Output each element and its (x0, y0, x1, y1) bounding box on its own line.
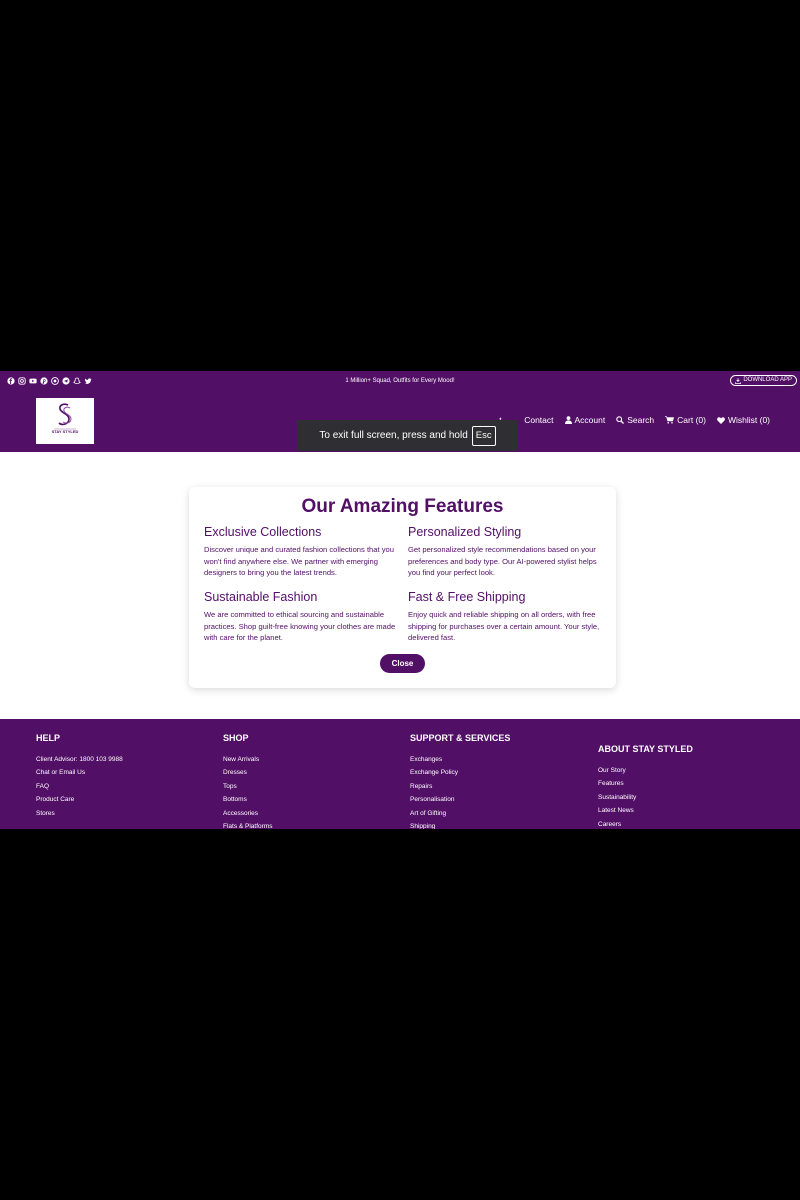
nav-cart[interactable]: Cart (0) (665, 415, 706, 425)
feature-description: Enjoy quick and reliable shipping on all… (408, 610, 600, 642)
main-nav: t Contact Account Search Cart (0) Wishli… (499, 415, 770, 425)
feature-title: Sustainable Fashion (204, 590, 318, 604)
footer-link[interactable]: Art of Gifting (410, 807, 510, 820)
feature-personalized-styling: Personalized Styling Get personalized st… (408, 524, 600, 579)
footer-link[interactable]: Tops (223, 780, 272, 793)
footer-link[interactable]: Chat or Email Us (36, 766, 123, 779)
footer-link[interactable]: Exchanges (410, 753, 510, 766)
footer-link[interactable]: New Arrivals (223, 753, 272, 766)
brand-logo-text: STAY STYLED (51, 429, 79, 434)
footer-heading: ABOUT STAY STYLED (598, 744, 693, 754)
feature-sustainable-fashion: Sustainable Fashion We are committed to … (204, 589, 396, 644)
footer-column-shop: SHOP New Arrivals Dresses Tops Bottoms A… (223, 732, 272, 829)
feature-title: Personalized Styling (408, 525, 522, 539)
footer-column-help: HELP Client Advisor: 1800 103 9988 Chat … (36, 732, 123, 820)
nav-cart-label: Cart (0) (677, 415, 706, 425)
fullscreen-notice-text: To exit full screen, press and hold (319, 430, 468, 441)
footer-heading: SHOP (223, 733, 249, 743)
feature-fast-free-shipping: Fast & Free Shipping Enjoy quick and rel… (408, 589, 600, 644)
search-icon (616, 416, 625, 424)
announcement-text: 1 Million+ Squad, Outfits for Every Mood… (345, 378, 455, 384)
feature-description: We are committed to ethical sourcing and… (204, 610, 396, 642)
footer-link[interactable]: Sustainability (598, 791, 693, 804)
footer-column-support: SUPPORT & SERVICES Exchanges Exchange Po… (410, 732, 510, 829)
feature-title: Fast & Free Shipping (408, 590, 526, 604)
footer-link[interactable]: Repairs (410, 780, 510, 793)
site-header: STAY STYLED t Contact Account Search Car… (0, 391, 800, 452)
browser-viewport: 1 Million+ Squad, Outfits for Every Mood… (0, 371, 800, 829)
nav-contact-label: Contact (524, 415, 554, 425)
footer-link[interactable]: Our Story (598, 764, 693, 777)
footer-link[interactable]: Personalisation (410, 793, 510, 806)
brand-logo[interactable]: STAY STYLED (36, 398, 94, 444)
footer-link[interactable]: Bottoms (223, 793, 272, 806)
footer-link[interactable]: Features (598, 777, 693, 790)
heart-icon (717, 416, 725, 424)
feature-exclusive-collections: Exclusive Collections Discover unique an… (204, 524, 396, 579)
footer-link[interactable]: Shipping (410, 820, 510, 829)
top-announcement-bar: 1 Million+ Squad, Outfits for Every Mood… (0, 371, 800, 391)
nav-account[interactable]: Account (564, 415, 606, 425)
esc-key-hint: Esc (471, 425, 496, 446)
fullscreen-exit-notice: To exit full screen, press and hold Esc (297, 420, 518, 451)
features-title: Our Amazing Features (301, 496, 504, 517)
footer-link[interactable]: Dresses (223, 766, 272, 779)
download-icon (735, 377, 742, 384)
footer-heading: SUPPORT & SERVICES (410, 733, 511, 743)
footer-link[interactable]: FAQ (36, 780, 123, 793)
nav-wishlist-label: Wishlist (0) (727, 415, 770, 425)
footer-heading: HELP (36, 733, 61, 743)
feature-description: Get personalized style recommendations b… (408, 545, 597, 577)
footer-link[interactable]: Client Advisor: 1800 103 9988 (36, 753, 123, 766)
footer-column-about: ABOUT STAY STYLED Our Story Features Sus… (598, 743, 693, 829)
footer-link[interactable]: Flats & Platforms (223, 820, 272, 829)
cart-icon (665, 416, 675, 424)
footer-link[interactable]: Latest News (598, 804, 693, 817)
feature-description: Discover unique and curated fashion coll… (204, 545, 394, 577)
nav-contact[interactable]: Contact (524, 415, 553, 425)
nav-search-label: Search (627, 415, 655, 425)
download-app-label: DOWNLOAD APP (743, 377, 792, 383)
download-app-button[interactable]: DOWNLOAD APP (730, 375, 797, 386)
footer-link[interactable]: Product Care (36, 793, 123, 806)
nav-search[interactable]: Search (616, 415, 654, 425)
user-icon (564, 416, 572, 424)
site-footer: HELP Client Advisor: 1800 103 9988 Chat … (0, 719, 800, 829)
footer-link[interactable]: Stores (36, 807, 123, 820)
footer-link[interactable]: Exchange Policy (410, 766, 510, 779)
features-modal: Our Amazing Features Exclusive Collectio… (189, 487, 616, 688)
nav-wishlist[interactable]: Wishlist (0) (717, 415, 770, 425)
brand-logo-mark (54, 403, 76, 430)
nav-account-label: Account (574, 415, 606, 425)
feature-title: Exclusive Collections (204, 525, 322, 539)
footer-link[interactable]: Careers (598, 818, 693, 829)
close-button[interactable]: Close (380, 654, 425, 673)
footer-link[interactable]: Accessories (223, 807, 272, 820)
